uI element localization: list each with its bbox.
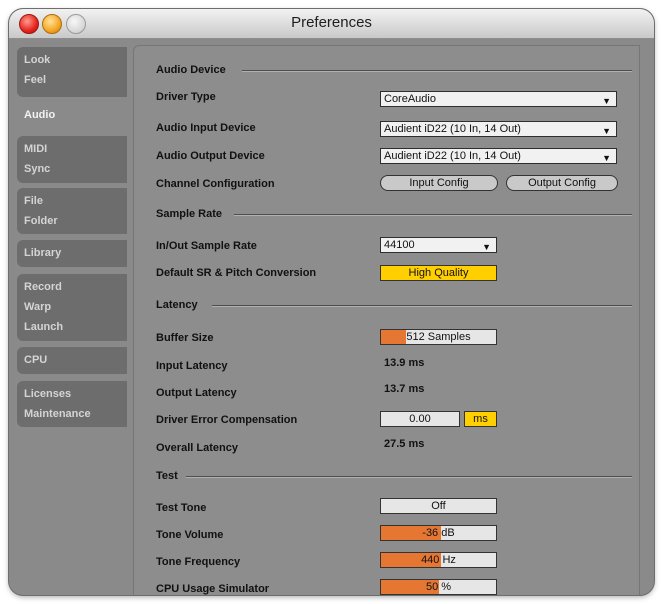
title-bar[interactable]: Preferences [9,9,654,39]
driver-type-label: Driver Type [156,91,216,103]
buffer-size-value-prefix: 5 [406,331,413,343]
tab-label: MIDI [24,143,48,155]
tab-label: Licenses [24,388,72,400]
test-tone-toggle[interactable]: Off [380,498,497,514]
tab-label: CPU [24,354,48,366]
pitch-conversion-label: Default SR & Pitch Conversion [156,267,317,279]
dropdown-arrow-icon: ▼ [482,242,491,252]
audio-input-device-label: Audio Input Device [156,122,256,134]
tone-frequency-slider[interactable]: 440 Hz [380,552,497,568]
tab-label: Look [24,54,51,66]
tab-record-warp-launch[interactable]: Record Warp Launch [17,274,127,341]
input-latency-value: 13.9 ms [384,357,425,369]
tab-library[interactable]: Library [17,240,127,267]
tab-label: Warp [24,301,52,313]
tab-label: Record [24,281,62,293]
tab-file-folder[interactable]: File Folder [17,188,127,234]
buffer-size-label: Buffer Size [156,332,214,344]
audio-output-device-dropdown[interactable]: Audient iD22 (10 In, 14 Out) ▼ [380,148,617,164]
tone-volume-value: -36 [422,527,439,539]
tab-midi-sync[interactable]: MIDI Sync [17,136,127,183]
cpu-usage-value: 50 % [425,581,452,593]
tab-label: Launch [24,321,64,333]
buffer-size-value: 12 Samples [412,331,471,343]
tab-label: Maintenance [24,408,91,420]
tab-label: Library [24,247,62,259]
channel-configuration-label: Channel Configuration [156,178,275,190]
driver-error-unit-toggle[interactable]: ms [464,411,497,427]
driver-error-compensation-label: Driver Error Compensation [156,414,298,426]
sample-rate-dropdown[interactable]: 44100 ▼ [380,237,497,253]
tab-label: Sync [24,163,51,175]
sample-rate-value: 44100 [384,239,415,251]
driver-type-dropdown[interactable]: CoreAudio ▼ [380,91,617,107]
output-config-button[interactable]: Output Config [506,175,618,191]
dropdown-arrow-icon: ▼ [602,126,611,136]
tone-volume-unit: dB [441,527,455,539]
test-tone-label: Test Tone [156,502,207,514]
window-title: Preferences [291,14,372,31]
audio-preferences-panel: Audio Device Driver Type CoreAudio ▼ Aud… [133,45,640,595]
section-divider [234,214,632,216]
preferences-window: Preferences Look Feel Audio MIDI Sync Fi… [9,9,654,595]
driver-type-value: CoreAudio [384,93,436,105]
overall-latency-label: Overall Latency [156,442,238,454]
tab-licenses-maintenance[interactable]: Licenses Maintenance [17,381,127,427]
tab-audio[interactable]: Audio [17,102,132,132]
tab-label: File [24,195,43,207]
dropdown-arrow-icon: ▼ [602,96,611,106]
audio-input-device-value: Audient iD22 (10 In, 14 Out) [384,123,521,135]
audio-input-device-dropdown[interactable]: Audient iD22 (10 In, 14 Out) ▼ [380,121,617,137]
tab-label: Audio [24,109,56,121]
buffer-size-field[interactable]: 512 Samples [380,329,497,345]
tone-frequency-unit: Hz [442,554,456,566]
preferences-sidebar: Look Feel Audio MIDI Sync File Folder Li… [14,45,132,595]
buffer-size-fill [381,330,407,344]
section-heading-audio-device: Audio Device [156,64,226,76]
audio-output-device-value: Audient iD22 (10 In, 14 Out) [384,150,521,162]
section-divider [242,70,632,72]
cpu-usage-simulator-label: CPU Usage Simulator [156,583,270,595]
output-latency-value: 13.7 ms [384,383,425,395]
section-divider [212,305,632,307]
tone-volume-slider[interactable]: -36 dB [380,525,497,541]
section-heading-sample-rate: Sample Rate [156,208,223,220]
overall-latency-value: 27.5 ms [384,438,425,450]
output-latency-label: Output Latency [156,387,237,399]
tone-frequency-label: Tone Frequency [156,556,241,568]
tab-cpu[interactable]: CPU [17,347,127,374]
section-heading-test: Test [156,470,178,482]
tab-look-feel[interactable]: Look Feel [17,47,127,97]
tab-label: Folder [24,215,58,227]
section-heading-latency: Latency [156,299,198,311]
cpu-usage-simulator-slider[interactable]: 50 % [380,579,497,595]
input-config-button[interactable]: Input Config [380,175,498,191]
pitch-conversion-toggle[interactable]: High Quality [380,265,497,281]
tone-frequency-value: 440 [421,554,440,566]
tone-volume-label: Tone Volume [156,529,224,541]
tab-label: Feel [24,74,47,86]
driver-error-compensation-field[interactable]: 0.00 [380,411,460,427]
audio-output-device-label: Audio Output Device [156,150,265,162]
input-latency-label: Input Latency [156,360,228,372]
section-divider [186,476,632,478]
dropdown-arrow-icon: ▼ [602,153,611,163]
in-out-sample-rate-label: In/Out Sample Rate [156,240,257,252]
